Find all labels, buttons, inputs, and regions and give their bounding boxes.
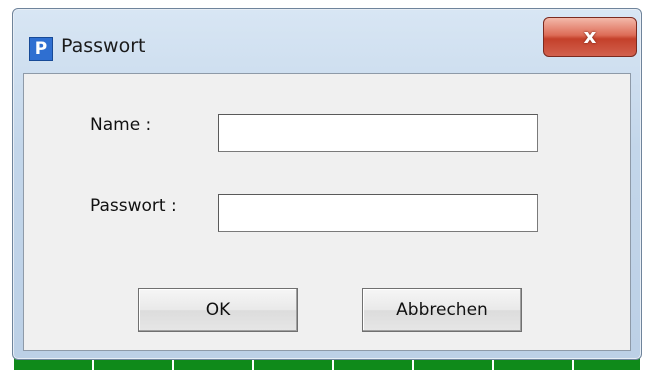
ok-button[interactable]: OK — [138, 288, 298, 332]
password-dialog: P Passwort x Name : Passwort : OK Abbrec… — [12, 8, 642, 360]
close-icon: x — [583, 24, 597, 48]
password-field[interactable] — [218, 194, 538, 232]
window-title: Passwort — [61, 35, 146, 57]
close-button[interactable]: x — [543, 17, 637, 57]
password-label: Passwort : — [90, 196, 177, 216]
title-bar[interactable]: P Passwort x — [13, 9, 641, 73]
name-field[interactable] — [218, 114, 538, 152]
cancel-button[interactable]: Abbrechen — [362, 288, 522, 332]
app-icon: P — [29, 37, 53, 61]
dialog-body: Name : Passwort : OK Abbrechen — [23, 73, 631, 351]
name-label: Name : — [90, 115, 152, 135]
